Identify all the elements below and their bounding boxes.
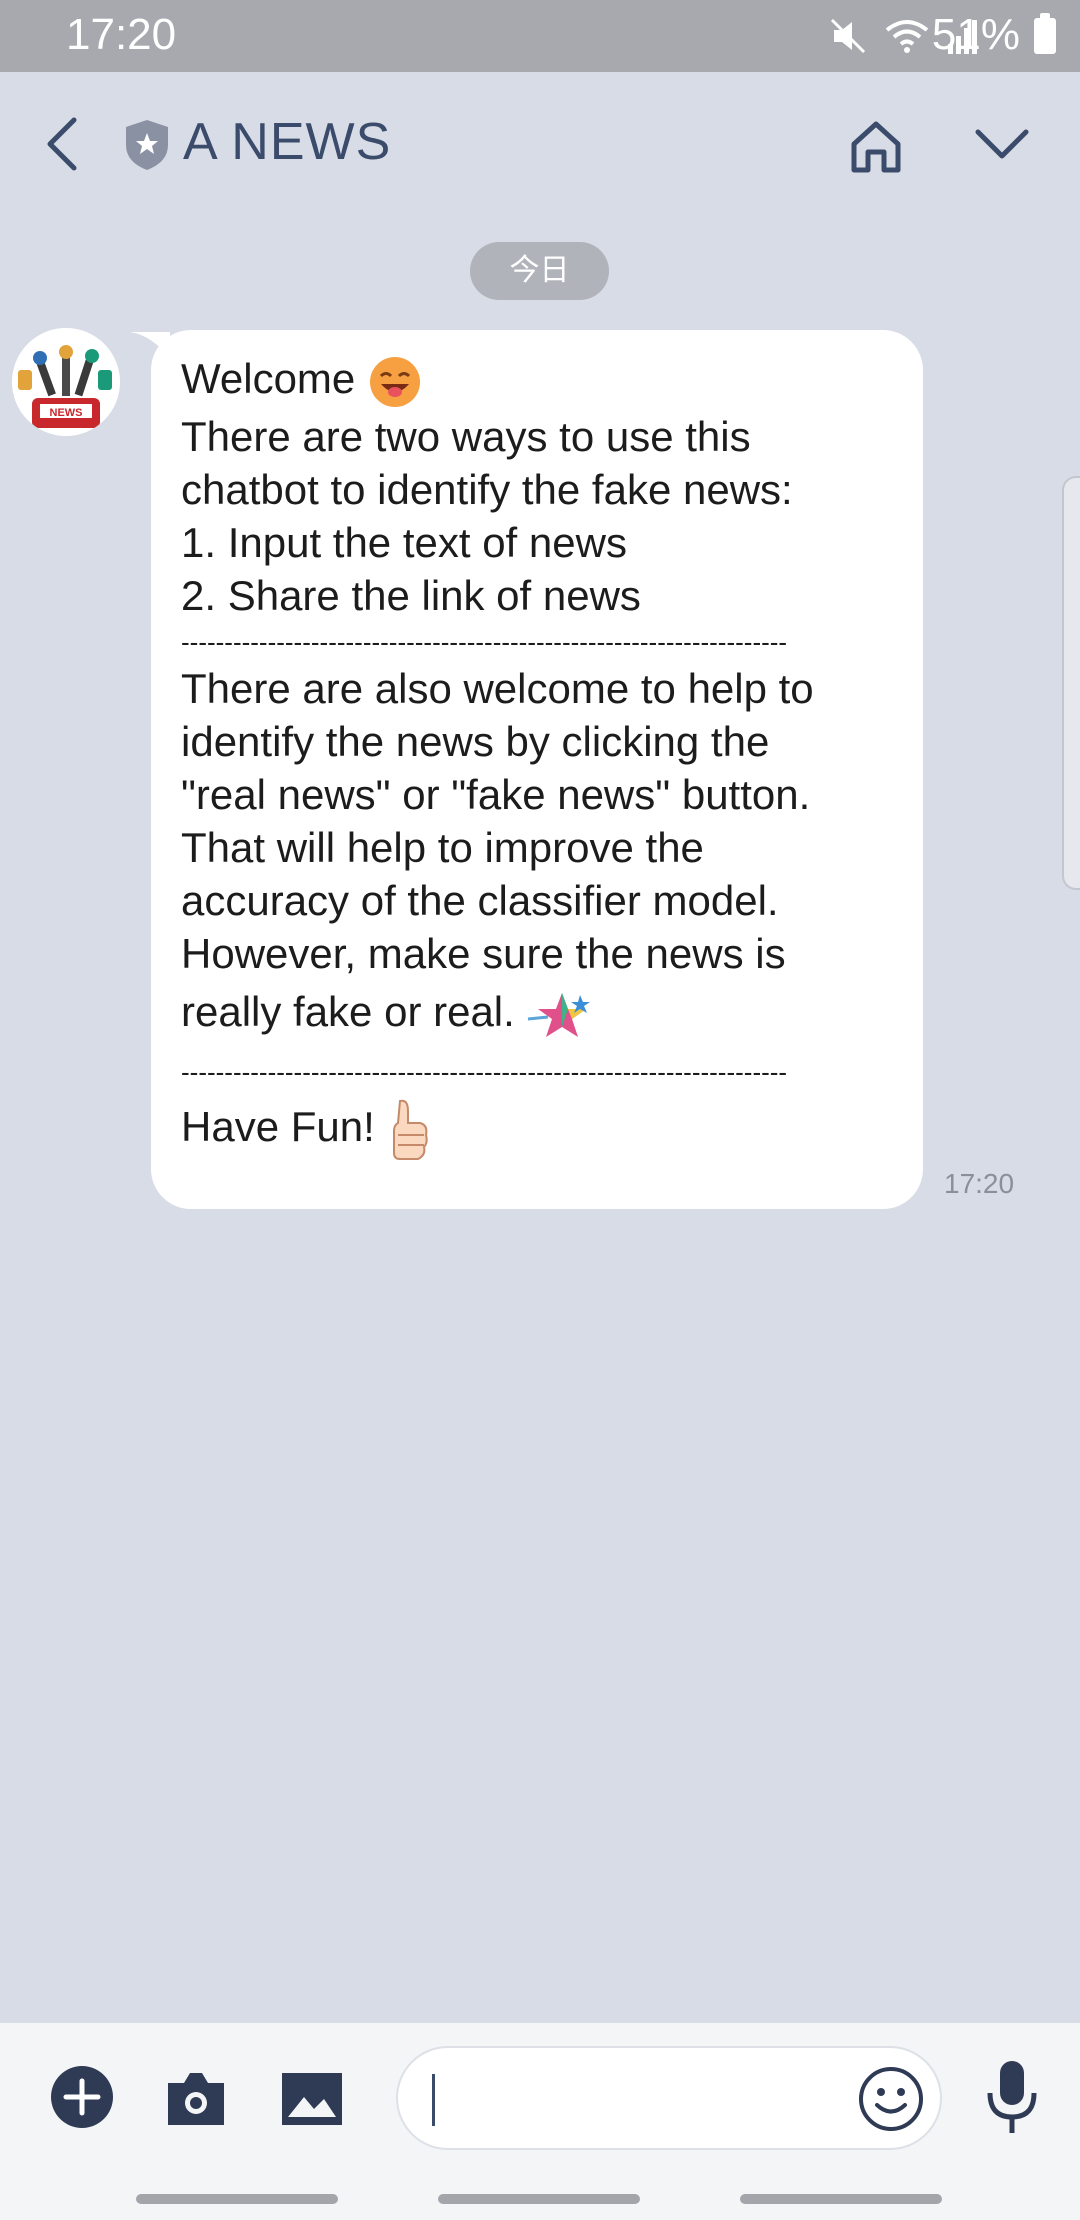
message-line: 2. Share the link of news bbox=[181, 571, 641, 619]
chat-header: A NEWS bbox=[0, 72, 1080, 217]
chat-title: A NEWS bbox=[183, 113, 392, 171]
nav-back-button[interactable] bbox=[740, 2194, 942, 2204]
news-logo-icon: NEWS bbox=[12, 328, 120, 436]
message-line: That will help to improve the bbox=[181, 823, 704, 871]
battery-icon bbox=[1034, 13, 1056, 54]
message-line: chatbot to identify the fake news: bbox=[181, 465, 793, 513]
message-line-last: really fake or real. bbox=[181, 980, 923, 1044]
message-line: identify the news by clicking the bbox=[181, 717, 770, 765]
mic-icon[interactable] bbox=[982, 2059, 1042, 2139]
message-input[interactable] bbox=[396, 2046, 942, 2150]
smiling-tongue-emoji-icon bbox=[369, 356, 420, 407]
avatar[interactable]: NEWS bbox=[12, 328, 120, 436]
home-icon[interactable] bbox=[846, 116, 906, 176]
nav-home-button[interactable] bbox=[438, 2194, 640, 2204]
message-line: There are also welcome to help to bbox=[181, 664, 814, 712]
shooting-star-icon bbox=[528, 992, 591, 1037]
scroll-handle[interactable] bbox=[1062, 476, 1080, 890]
message-divider: ----------------------------------------… bbox=[181, 626, 788, 657]
message-bubble[interactable]: Welcome There are two ways to use this c… bbox=[151, 330, 923, 1209]
avatar-label: NEWS bbox=[50, 407, 83, 419]
message-line-welcome: Welcome bbox=[181, 352, 923, 410]
chevron-down-icon[interactable] bbox=[974, 124, 1030, 164]
status-bar: 17:20 51% bbox=[0, 0, 1080, 72]
image-icon[interactable] bbox=[280, 2071, 344, 2127]
message-line: However, make sure the news is bbox=[181, 929, 786, 977]
date-separator: 今日 bbox=[470, 242, 609, 300]
input-bar bbox=[0, 2023, 1080, 2178]
message-divider: ----------------------------------------… bbox=[181, 1056, 788, 1087]
emoji-icon[interactable] bbox=[858, 2066, 924, 2132]
message-line: There are two ways to use this bbox=[181, 412, 751, 460]
battery-percent: 51% bbox=[931, 10, 1020, 59]
mute-icon bbox=[830, 18, 866, 54]
camera-icon[interactable] bbox=[164, 2071, 228, 2127]
back-icon[interactable] bbox=[38, 114, 88, 174]
text-caret bbox=[432, 2074, 435, 2126]
message-line: 1. Input the text of news bbox=[181, 518, 627, 566]
nav-recent-button[interactable] bbox=[136, 2194, 338, 2204]
status-time: 17:20 bbox=[66, 10, 177, 59]
wifi-icon bbox=[885, 20, 929, 53]
thumbs-up-icon bbox=[393, 1099, 429, 1160]
message-line-closing: Have Fun! bbox=[181, 1092, 923, 1163]
message-timestamp: 17:20 bbox=[944, 1168, 1015, 1199]
shield-star-icon bbox=[126, 120, 168, 170]
message-line: "real news" or "fake news" button. bbox=[181, 770, 811, 818]
message-line: accuracy of the classifier model. bbox=[181, 876, 779, 924]
system-nav-bar bbox=[0, 2178, 1080, 2220]
plus-icon[interactable] bbox=[50, 2065, 114, 2129]
